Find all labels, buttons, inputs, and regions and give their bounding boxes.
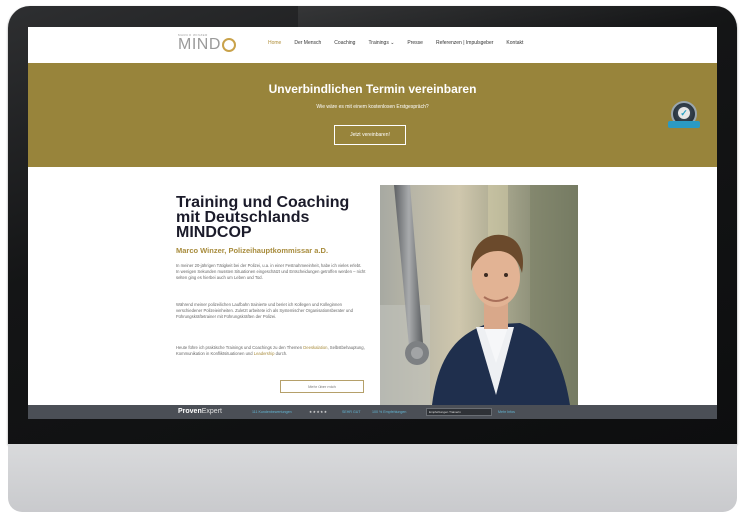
pe-select-field[interactable]: Empfehlungen Trainerin <box>426 408 492 416</box>
book-appointment-button[interactable]: Jetzt vereinbaren! <box>334 125 406 145</box>
nav-item-presse[interactable]: Presse <box>407 40 423 46</box>
site-logo[interactable]: MARCO WINZER MIND <box>178 33 242 57</box>
bio-paragraph-2: Während meiner polizeilichen Laufbahn tr… <box>176 302 353 319</box>
hero-headline: Training und Coaching mit Deutschlands M… <box>176 194 366 241</box>
nav-item-der-mensch[interactable]: Der Mensch <box>294 40 321 46</box>
nav-item-coaching[interactable]: Coaching <box>334 40 355 46</box>
appointment-banner: Unverbindlichen Termin vereinbaren Wie w… <box>28 63 717 167</box>
banner-subtitle: Wie wäre es mit einem kostenlosen Erstge… <box>316 104 429 110</box>
seal-ribbon <box>668 121 700 128</box>
top-navigation: MARCO WINZER MIND Home Der Mensch Coachi… <box>28 27 717 63</box>
monitor-chin <box>8 444 737 512</box>
nav-item-referenzen[interactable]: Referenzen | Impulsgeber <box>436 40 493 46</box>
bio-paragraph-3: Heute führe ich praktische Trainings und… <box>176 345 366 357</box>
main-menu: Home Der Mensch Coaching Trainings ⌄ Pre… <box>268 40 536 46</box>
banner-title: Unverbindlichen Termin vereinbaren <box>268 82 477 96</box>
pe-more-info-link[interactable]: Mehr Infos <box>498 410 515 414</box>
nav-item-home[interactable]: Home <box>268 40 281 46</box>
logo-name: MIND <box>178 36 221 53</box>
headline-line-1: Training und Coaching <box>176 194 350 211</box>
para3-start: Heute führe ich praktische Trainings und… <box>176 345 304 350</box>
bio-paragraph-1: In meiner 20-jährigen Tätigkeit bei der … <box>176 263 366 280</box>
pe-brand-thin: Expert <box>201 408 222 415</box>
headline-line-2: mit Deutschlands <box>176 209 310 226</box>
proven-expert-logo[interactable]: ProvenExpert <box>178 408 222 415</box>
headline-line-3: MINDCOP <box>176 224 252 241</box>
deeskalation-link[interactable]: Deeskalation <box>303 345 327 350</box>
browser-screen: MARCO WINZER MIND Home Der Mensch Coachi… <box>28 27 717 419</box>
hero-section: Training und Coaching mit Deutschlands M… <box>28 167 717 405</box>
nav-item-trainings[interactable]: Trainings ⌄ <box>368 40 394 46</box>
check-icon: ✓ <box>678 107 690 119</box>
about-me-button[interactable]: Mehr über mich <box>280 380 364 393</box>
pe-brand-bold: Proven <box>178 408 202 415</box>
hero-subline: Marco Winzer, Polizeihauptkommissar a.D. <box>176 246 329 255</box>
trust-seal[interactable]: ✓ <box>668 101 700 133</box>
portrait-photo <box>380 185 578 405</box>
proven-expert-bar: ProvenExpert 111 Kundenbewertungen ★★★★★… <box>28 405 717 419</box>
leadership-link[interactable]: Leadership <box>254 351 275 356</box>
pe-reviews-link[interactable]: 111 Kundenbewertungen <box>252 410 292 414</box>
logo-mark-icon <box>222 38 236 52</box>
nav-item-kontakt[interactable]: Kontakt <box>506 40 523 46</box>
para3-end: durch. <box>274 351 288 356</box>
portrait-illustration <box>380 185 578 405</box>
pe-recommendations: 100 % Empfehlungen <box>372 410 407 414</box>
pe-stars: ★★★★★ <box>309 410 328 414</box>
pe-score: SEHR GUT <box>342 410 361 414</box>
